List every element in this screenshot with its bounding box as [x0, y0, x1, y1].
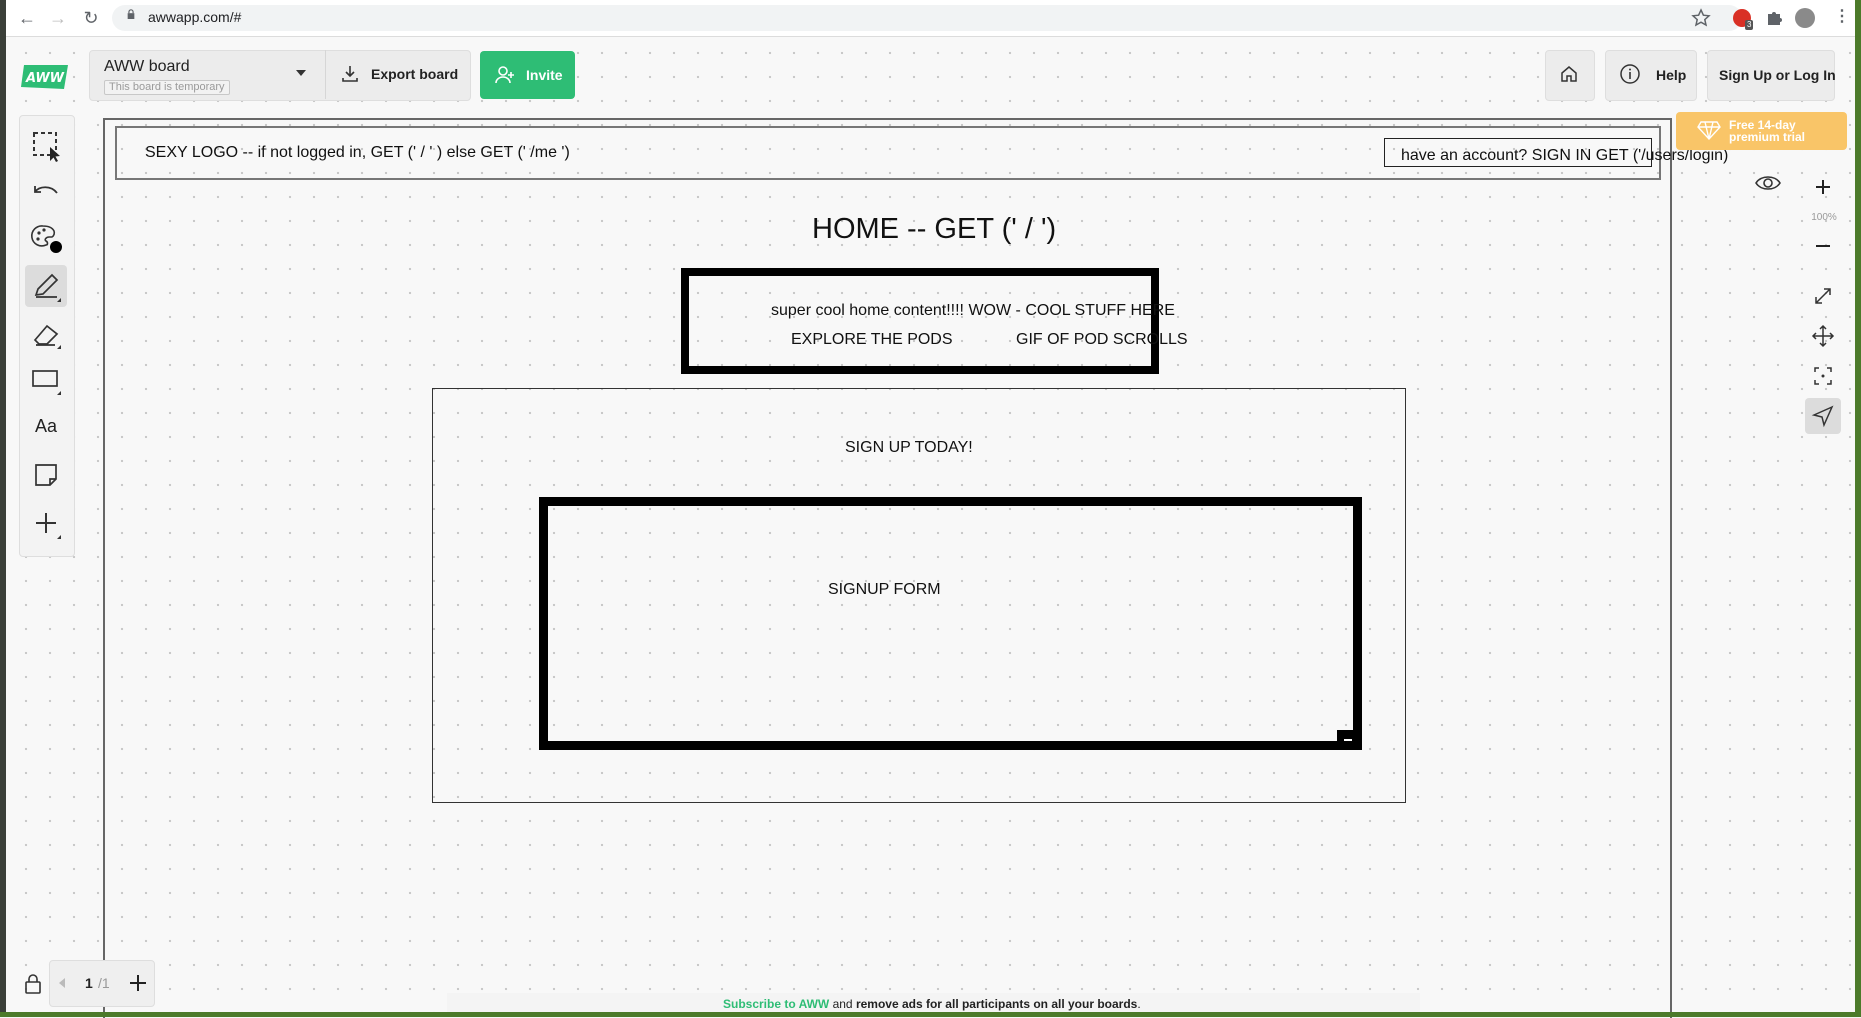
back-icon[interactable]: ←: [15, 7, 39, 29]
pen-icon: [34, 273, 61, 302]
rectangle-icon[interactable]: [25, 358, 67, 400]
fit-to-screen-icon[interactable]: [1805, 358, 1841, 394]
previous-page-icon[interactable]: [59, 978, 65, 988]
remove-ads-text: remove ads for all participants on all y…: [855, 997, 1138, 1011]
aww-logo[interactable]: AWW: [20, 62, 72, 92]
zoom-out-icon[interactable]: [1805, 228, 1841, 264]
resize-handle-minus-icon: [1344, 739, 1352, 741]
wireframe-signup-today[interactable]: SIGN UP TODAY!: [845, 439, 973, 457]
divider: [325, 50, 326, 99]
add-page-icon[interactable]: [127, 972, 149, 994]
eye-icon[interactable]: [1750, 165, 1786, 201]
address-bar[interactable]: [112, 5, 1742, 31]
footer-period: .: [1137, 997, 1141, 1011]
subscribe-link[interactable]: Subscribe to AWW: [723, 997, 829, 1011]
home-icon: [1561, 66, 1577, 82]
wireframe-gif-text[interactable]: GIF OF POD SCROLLS: [1016, 331, 1188, 349]
sign-up-login-label: Sign Up or Log In: [1719, 67, 1836, 83]
browser-menu-icon[interactable]: ⋮: [1834, 7, 1850, 27]
wireframe-signup-form-label[interactable]: SIGNUP FORM: [828, 581, 941, 599]
extensions-puzzle-icon[interactable]: [1764, 8, 1784, 28]
profile-avatar[interactable]: [1795, 8, 1815, 28]
total-pages: /1: [98, 975, 110, 991]
board-temporary-badge: This board is temporary: [104, 80, 230, 95]
invite-label: Invite: [526, 67, 563, 83]
footer-ad-text: Subscribe to AWW and remove ads for all …: [723, 997, 1141, 1011]
board-title[interactable]: AWW board: [104, 58, 190, 76]
palette-icon[interactable]: [25, 216, 67, 258]
zoom-in-icon[interactable]: [1805, 169, 1841, 205]
zoom-level: 100%: [1811, 212, 1837, 223]
desktop-edge-bottom: [0, 1012, 1861, 1017]
fullscreen-icon[interactable]: [1805, 278, 1841, 314]
lock-board-icon[interactable]: [23, 973, 43, 995]
diamond-icon: [1697, 121, 1721, 140]
export-board-button[interactable]: Export board: [371, 66, 458, 82]
move-icon[interactable]: [1805, 318, 1841, 354]
send-arrow-icon: [1811, 405, 1834, 428]
add-user-icon: [495, 66, 514, 84]
bookmark-star-icon[interactable]: [1691, 8, 1711, 28]
footer-and: and: [829, 997, 856, 1011]
help-label: Help: [1656, 67, 1687, 83]
eraser-icon[interactable]: [25, 312, 67, 354]
forward-icon[interactable]: →: [46, 7, 70, 29]
current-page[interactable]: 1: [85, 975, 93, 991]
info-icon: [1620, 64, 1640, 84]
download-icon[interactable]: [341, 64, 359, 84]
wireframe-content-text[interactable]: super cool home content!!!! WOW - COOL S…: [771, 302, 1175, 320]
logo-text: AWW: [25, 71, 65, 86]
undo-icon[interactable]: [25, 171, 67, 213]
chevron-down-icon[interactable]: [296, 70, 306, 76]
url-text[interactable]: awwapp.com/#: [148, 9, 241, 25]
select-icon[interactable]: [25, 124, 67, 166]
plus-icon[interactable]: [25, 502, 67, 544]
text-tool-button[interactable]: Aa: [25, 405, 67, 447]
extension-badge: 3: [1745, 20, 1754, 30]
desktop-edge-right: [1855, 0, 1861, 1017]
wireframe-signup-form-box[interactable]: [539, 497, 1362, 750]
sticky-note-icon[interactable]: [25, 454, 67, 496]
premium-trial-label: Free 14-day premium trial: [1729, 118, 1806, 144]
wireframe-content-box[interactable]: [681, 268, 1159, 374]
wireframe-home-title[interactable]: HOME -- GET (' / '): [812, 213, 1056, 246]
lock-icon: [127, 9, 135, 19]
wireframe-explore-text[interactable]: EXPLORE THE PODS: [791, 331, 953, 349]
wireframe-header-text[interactable]: SEXY LOGO -- if not logged in, GET (' / …: [145, 144, 570, 162]
reload-icon[interactable]: ↻: [79, 7, 103, 29]
